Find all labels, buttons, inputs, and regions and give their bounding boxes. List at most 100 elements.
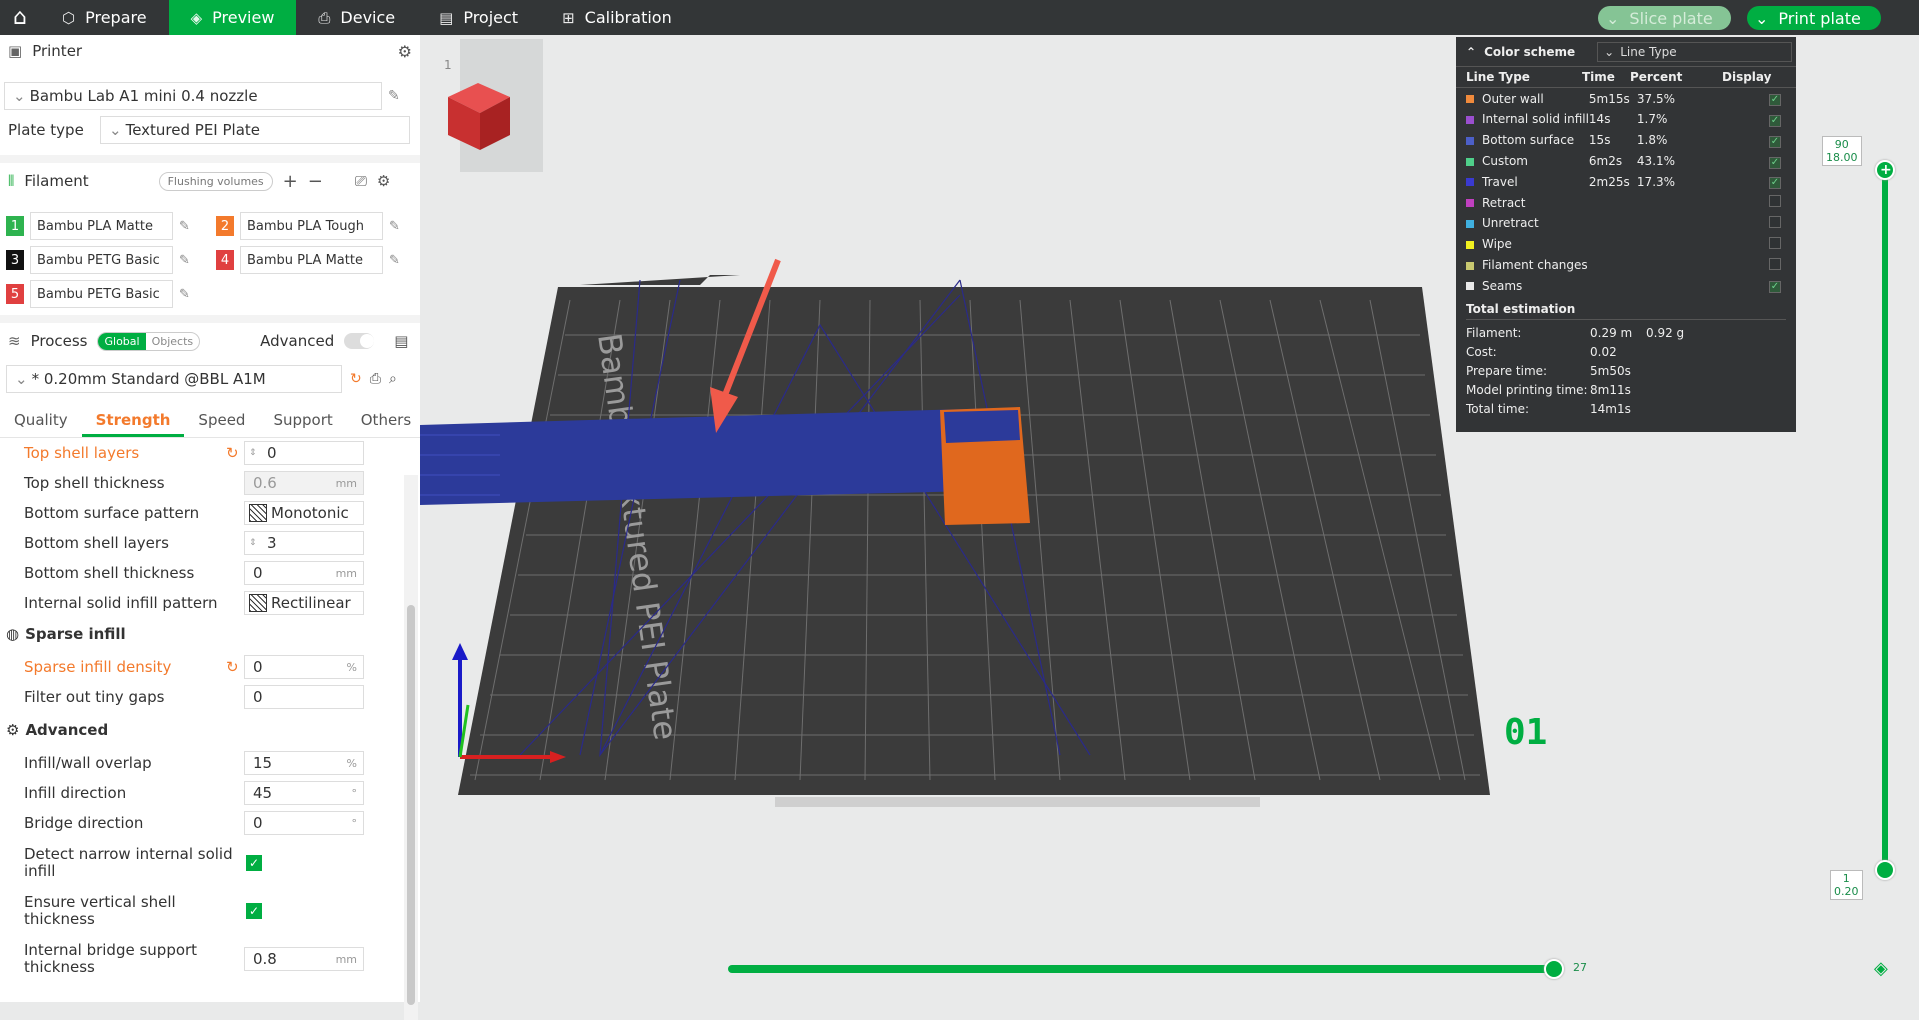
scope-toggle[interactable]: Global Objects: [97, 331, 201, 351]
internal-bridge-input[interactable]: 0.8 mm: [244, 947, 364, 971]
scrollbar-thumb[interactable]: [407, 605, 415, 1005]
tab-others[interactable]: Others: [347, 407, 425, 437]
tab-strength[interactable]: Strength: [81, 407, 185, 437]
tab-device[interactable]: ⎙ Device: [296, 0, 417, 35]
save-icon[interactable]: ⎙: [370, 371, 381, 387]
filter-tiny-gaps-input[interactable]: 0: [244, 685, 364, 709]
color-scheme-value: Line Type: [1620, 44, 1677, 59]
display-checkbox[interactable]: ✓: [1768, 135, 1781, 148]
filament-item-2[interactable]: 2 Bambu PLA Tough ✎: [216, 212, 400, 240]
sync-icon[interactable]: ⎚: [355, 172, 367, 190]
search-icon[interactable]: ⌕: [389, 371, 397, 387]
line-type-percent: [1637, 234, 1729, 255]
global-option[interactable]: Global: [98, 332, 146, 350]
filament-item-3[interactable]: 3 Bambu PETG Basic ✎: [6, 246, 190, 274]
unit: °: [351, 786, 358, 800]
tab-calibration[interactable]: ⊞ Calibration: [540, 0, 694, 35]
line-type-swatch: [1466, 95, 1474, 104]
tab-speed[interactable]: Speed: [184, 407, 259, 437]
chevron-down-icon: ⌄: [109, 121, 122, 139]
advanced-toggle[interactable]: [344, 333, 375, 349]
tab-preview[interactable]: ◈ Preview: [168, 0, 297, 35]
edit-icon[interactable]: ✎: [179, 287, 190, 302]
display-checkbox[interactable]: ✓: [1768, 156, 1781, 169]
filament-name[interactable]: Bambu PLA Matte: [30, 212, 173, 240]
home-icon[interactable]: ⌂: [0, 0, 40, 35]
display-checkbox[interactable]: ✓: [1768, 114, 1781, 127]
edit-icon[interactable]: ✎: [389, 253, 400, 268]
display-checkbox[interactable]: [1768, 195, 1781, 208]
reset-icon[interactable]: ↻: [350, 371, 362, 387]
printer-select[interactable]: ⌄ Bambu Lab A1 mini 0.4 nozzle: [4, 82, 382, 110]
line-type-time: 15s: [1588, 133, 1611, 148]
gear-icon[interactable]: ⚙: [377, 172, 390, 190]
tab-quality[interactable]: Quality: [0, 407, 82, 437]
edit-icon[interactable]: ✎: [179, 219, 190, 234]
top-shell-layers-input[interactable]: ⇕ 0: [244, 441, 364, 465]
bottom-surface-pattern-select[interactable]: Monotonic: [244, 501, 364, 525]
display-checkbox[interactable]: ✓: [1768, 177, 1781, 190]
gear-icon[interactable]: ⚙: [398, 42, 412, 61]
setting-label: Sparse infill density: [24, 658, 172, 676]
legend-row: Seams ✓: [1456, 275, 1796, 296]
bed-label-strip: [775, 797, 1260, 807]
edit-icon[interactable]: ✎: [179, 253, 190, 268]
line-type-swatch: [1466, 219, 1474, 228]
filament-title: Filament: [24, 172, 89, 190]
compare-icon[interactable]: ▤: [394, 332, 408, 350]
detect-narrow-checkbox[interactable]: ✓: [246, 855, 262, 871]
plus-icon[interactable]: +: [1880, 162, 1892, 178]
color-scheme-select[interactable]: ⌄ Line Type: [1597, 41, 1793, 62]
filament-item-4[interactable]: 4 Bambu PLA Matte ✎: [216, 246, 400, 274]
filament-name[interactable]: Bambu PLA Tough: [240, 212, 383, 240]
objects-option[interactable]: Objects: [146, 333, 200, 350]
reset-icon[interactable]: ↻: [226, 658, 239, 676]
chevron-down-icon[interactable]: ⌄: [1606, 9, 1619, 28]
top-bar: ⌂ ⬡ Prepare ◈ Preview ⎙ Device ▤ Project ⊞ Ca…: [0, 0, 1919, 35]
reset-icon[interactable]: ↻: [226, 444, 239, 462]
tab-project[interactable]: ▤ Project: [417, 0, 540, 35]
display-checkbox[interactable]: [1768, 215, 1781, 228]
chevron-down-icon[interactable]: ⌄: [1755, 9, 1768, 28]
layer-slider-bottom-handle[interactable]: [1875, 860, 1895, 880]
spin-icon[interactable]: ⇕: [249, 538, 257, 548]
plus-icon[interactable]: +: [283, 171, 298, 192]
plate-type-select[interactable]: ⌄ Textured PEI Plate: [100, 116, 410, 144]
internal-solid-infill-pattern-select[interactable]: Rectilinear: [244, 591, 364, 615]
slice-plate-button[interactable]: ⌄ Slice plate: [1598, 6, 1731, 30]
infill-direction-input[interactable]: 45 °: [244, 781, 364, 805]
filament-name[interactable]: Bambu PETG Basic: [30, 246, 173, 274]
flushing-volumes-button[interactable]: Flushing volumes: [158, 171, 273, 191]
preset-select[interactable]: ⌄ * 0.20mm Standard @BBL A1M: [6, 365, 342, 393]
display-checkbox[interactable]: [1768, 257, 1781, 270]
tab-prepare[interactable]: ⬡ Prepare: [40, 0, 169, 35]
move-slider-handle[interactable]: [1544, 959, 1564, 979]
layers-toggle-icon[interactable]: ◈: [1874, 958, 1888, 979]
display-checkbox[interactable]: ✓: [1768, 94, 1781, 107]
bottom-shell-thickness-input[interactable]: 0 mm: [244, 561, 364, 585]
settings-scrollbar[interactable]: [404, 475, 418, 1020]
tab-support[interactable]: Support: [259, 407, 346, 437]
filament-number: 3: [6, 250, 24, 270]
line-type-cell: Wipe: [1456, 234, 1589, 255]
sparse-infill-density-input[interactable]: 0%: [244, 655, 364, 679]
minus-icon[interactable]: −: [308, 171, 323, 192]
infill-wall-overlap-input[interactable]: 15%: [244, 751, 364, 775]
filament-name[interactable]: Bambu PLA Matte: [240, 246, 383, 274]
display-checkbox[interactable]: ✓: [1768, 281, 1781, 294]
bottom-shell-layers-input[interactable]: ⇕ 3: [244, 531, 364, 555]
filament-name[interactable]: Bambu PETG Basic: [30, 280, 173, 308]
edit-icon[interactable]: ✎: [388, 88, 400, 104]
top-shell-thickness-input[interactable]: 0.6 mm: [244, 471, 364, 495]
edit-icon[interactable]: ✎: [389, 219, 400, 234]
ensure-vertical-checkbox[interactable]: ✓: [246, 903, 262, 919]
bridge-direction-input[interactable]: 0 °: [244, 811, 364, 835]
display-checkbox[interactable]: [1768, 236, 1781, 249]
move-slider-track[interactable]: [728, 965, 1558, 973]
layer-slider-track[interactable]: [1882, 170, 1888, 870]
spin-icon[interactable]: ⇕: [249, 448, 257, 458]
print-plate-button[interactable]: ⌄ Print plate: [1747, 6, 1881, 30]
collapse-icon[interactable]: ⌃: [1466, 45, 1476, 59]
filament-item-1[interactable]: 1 Bambu PLA Matte ✎: [6, 212, 190, 240]
filament-item-5[interactable]: 5 Bambu PETG Basic ✎: [6, 280, 190, 308]
